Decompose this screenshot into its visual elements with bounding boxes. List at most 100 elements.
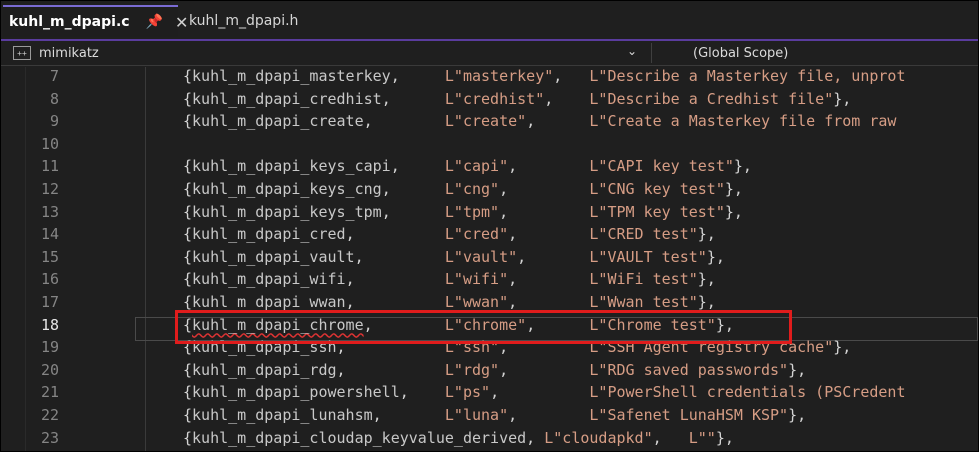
identifier: kuhl_m_dpapi_cred — [192, 225, 346, 244]
punctuation: , — [508, 157, 590, 176]
identifier: kuhl_m_dpapi_credhist — [192, 89, 382, 108]
line-number: 16 — [40, 270, 59, 289]
code-text[interactable]: {kuhl_m_dpapi_credhist, L"credhist", L"D… — [183, 88, 851, 111]
punctuation: { — [183, 225, 193, 244]
identifier: kuhl_m_dpapi_masterkey — [192, 67, 391, 85]
punctuation: , — [499, 180, 590, 198]
punctuation: , — [508, 406, 590, 424]
punctuation: }, — [724, 202, 743, 221]
identifier: kuhl_m_dpapi_powershell — [192, 383, 400, 402]
punctuation: { — [183, 112, 193, 131]
code-text[interactable]: {kuhl_m_dpapi_powershell, L"ps", L"Power… — [183, 381, 905, 404]
code-line[interactable]: 20 {kuhl_m_dpapi_rdg, L"rdg", L"RDG saved… — [1, 359, 978, 382]
punctuation: { — [183, 202, 193, 221]
punctuation: , — [345, 293, 445, 311]
punctuation: { — [183, 247, 193, 266]
punctuation: }, — [833, 338, 852, 357]
project-dropdown[interactable]: ++ mimikatz ⌄ — [5, 41, 647, 65]
code-text[interactable]: {kuhl_m_dpapi_cred, L"cred", L"CRED test… — [183, 223, 716, 246]
punctuation: { — [183, 406, 193, 424]
string-literal: L"credhist" — [444, 89, 545, 108]
punctuation: , — [354, 247, 445, 266]
code-line[interactable]: 9 {kuhl_m_dpapi_create, L"create", L"Crea… — [1, 110, 978, 133]
string-literal: L"TPM key test" — [589, 202, 725, 221]
tab-label: kuhl_m_dpapi.c — [9, 14, 130, 30]
code-line[interactable]: 15 {kuhl_m_dpapi_vault, L"vault", L"VAULT… — [1, 246, 978, 269]
identifier: kuhl_m_dpapi_create — [192, 112, 364, 131]
code-text[interactable]: {kuhl_m_dpapi_lunahsm, L"luna", L"Safene… — [183, 404, 806, 427]
punctuation: , — [336, 360, 445, 379]
code-text[interactable]: {kuhl_m_dpapi_keys_tpm, L"tpm", L"TPM ke… — [183, 201, 743, 224]
identifier: kuhl_m_dpapi_lunahsm — [192, 406, 373, 424]
punctuation: { — [183, 293, 193, 311]
string-literal: L"Describe a Credhist file" — [589, 89, 834, 108]
editor-window: kuhl_m_dpapi.c 📌 ✕ kuhl_m_dpapi.h ++ mim… — [0, 0, 979, 452]
code-line[interactable]: 22 {kuhl_m_dpapi_lunahsm, L"luna", L"Safe… — [1, 404, 978, 427]
punctuation: , — [345, 225, 445, 244]
string-literal: L"CNG key test" — [589, 180, 725, 198]
tab-kuhl-m-dpapi-h[interactable]: kuhl_m_dpapi.h — [181, 5, 329, 37]
punctuation: , — [526, 112, 590, 131]
string-literal: L"VAULT test" — [589, 247, 707, 266]
punctuation: }, — [715, 428, 734, 447]
punctuation: { — [183, 383, 193, 402]
code-text[interactable]: {kuhl_m_dpapi_rdg, L"rdg", L"RDG saved p… — [183, 359, 806, 382]
string-literal: L"Safenet LunaHSM KSP" — [589, 406, 789, 424]
punctuation: , — [399, 383, 445, 402]
punctuation: , — [381, 89, 445, 108]
code-line[interactable]: 12 {kuhl_m_dpapi_keys_cng, L"cng", L"CNG … — [1, 178, 978, 201]
string-literal: L"WiFi test" — [589, 270, 698, 289]
string-literal: L"PowerShell credentials (PSCredent — [589, 383, 906, 402]
string-literal: L"ps" — [444, 383, 491, 402]
identifier: kuhl_m_dpapi_keys_tpm — [192, 202, 382, 221]
punctuation: , — [544, 89, 590, 108]
punctuation: , — [390, 67, 445, 85]
identifier: kuhl_m_dpapi_keys_capi — [192, 157, 391, 176]
punctuation: , — [381, 202, 445, 221]
identifier: kuhl_m_dpapi_vault — [192, 247, 355, 266]
code-text[interactable]: {kuhl_m_dpapi_vault, L"vault", L"VAULT t… — [183, 246, 725, 269]
line-number: 23 — [40, 428, 59, 447]
punctuation: , — [381, 180, 445, 198]
line-number: 9 — [49, 112, 59, 131]
code-text[interactable]: {kuhl_m_dpapi_keys_capi, L"capi", L"CAPI… — [183, 155, 752, 178]
tab-kuhl-m-dpapi-c[interactable]: kuhl_m_dpapi.c 📌 ✕ — [3, 5, 188, 37]
string-literal: L"cred" — [444, 225, 509, 244]
code-text[interactable]: {kuhl_m_dpapi_wifi, L"wifi", L"WiFi test… — [183, 268, 716, 291]
scope-dropdown[interactable]: (Global Scope) — [657, 41, 978, 65]
code-line[interactable]: 16 {kuhl_m_dpapi_wifi, L"wifi", L"WiFi te… — [1, 268, 978, 291]
code-line[interactable]: 14 {kuhl_m_dpapi_cred, L"cred", L"CRED te… — [1, 223, 978, 246]
line-number: 11 — [40, 157, 59, 176]
tab-label: kuhl_m_dpapi.h — [189, 13, 299, 29]
code-editor[interactable]: 7 {kuhl_m_dpapi_masterkey, L"masterkey", … — [1, 67, 978, 451]
punctuation: , — [517, 247, 590, 266]
pin-icon[interactable]: 📌 — [146, 14, 163, 30]
scope-label: (Global Scope) — [693, 45, 789, 61]
string-literal: L"" — [688, 428, 716, 447]
code-line[interactable]: 7 {kuhl_m_dpapi_masterkey, L"masterkey", … — [1, 65, 978, 88]
code-line[interactable]: 10 — [1, 133, 978, 156]
string-literal: L"wwan" — [444, 293, 509, 311]
navigation-bar: ++ mimikatz ⌄ (Global Scope) — [1, 41, 978, 66]
code-text[interactable]: {kuhl_m_dpapi_masterkey, L"masterkey", L… — [183, 65, 905, 88]
punctuation: { — [183, 428, 193, 447]
divider — [651, 43, 652, 63]
code-line[interactable]: 8 {kuhl_m_dpapi_credhist, L"credhist", L"… — [1, 88, 978, 111]
punctuation: , — [508, 293, 590, 311]
code-text[interactable]: {kuhl_m_dpapi_cloudap_keyvalue_derived, … — [183, 427, 734, 450]
line-number: 19 — [40, 338, 59, 357]
code-text[interactable]: {kuhl_m_dpapi_keys_cng, L"cng", L"CNG ke… — [183, 178, 743, 201]
code-line[interactable]: 21 {kuhl_m_dpapi_powershell, L"ps", L"Pow… — [1, 381, 978, 404]
code-line[interactable]: 23 {kuhl_m_dpapi_cloudap_keyvalue_derived… — [1, 427, 978, 450]
chevron-down-icon[interactable]: ⌄ — [627, 44, 637, 58]
project-icon: ++ — [13, 46, 31, 60]
code-line[interactable]: 13 {kuhl_m_dpapi_keys_tpm, L"tpm", L"TPM … — [1, 201, 978, 224]
line-number: 7 — [49, 67, 59, 85]
punctuation: { — [183, 180, 193, 198]
string-literal: L"tpm" — [444, 202, 500, 221]
punctuation: }, — [788, 406, 807, 424]
code-line[interactable]: 11 {kuhl_m_dpapi_keys_capi, L"capi", L"CA… — [1, 155, 978, 178]
punctuation: { — [183, 360, 193, 379]
code-text[interactable]: {kuhl_m_dpapi_create, L"create", L"Creat… — [183, 110, 896, 133]
string-literal: L"cng" — [444, 180, 500, 198]
